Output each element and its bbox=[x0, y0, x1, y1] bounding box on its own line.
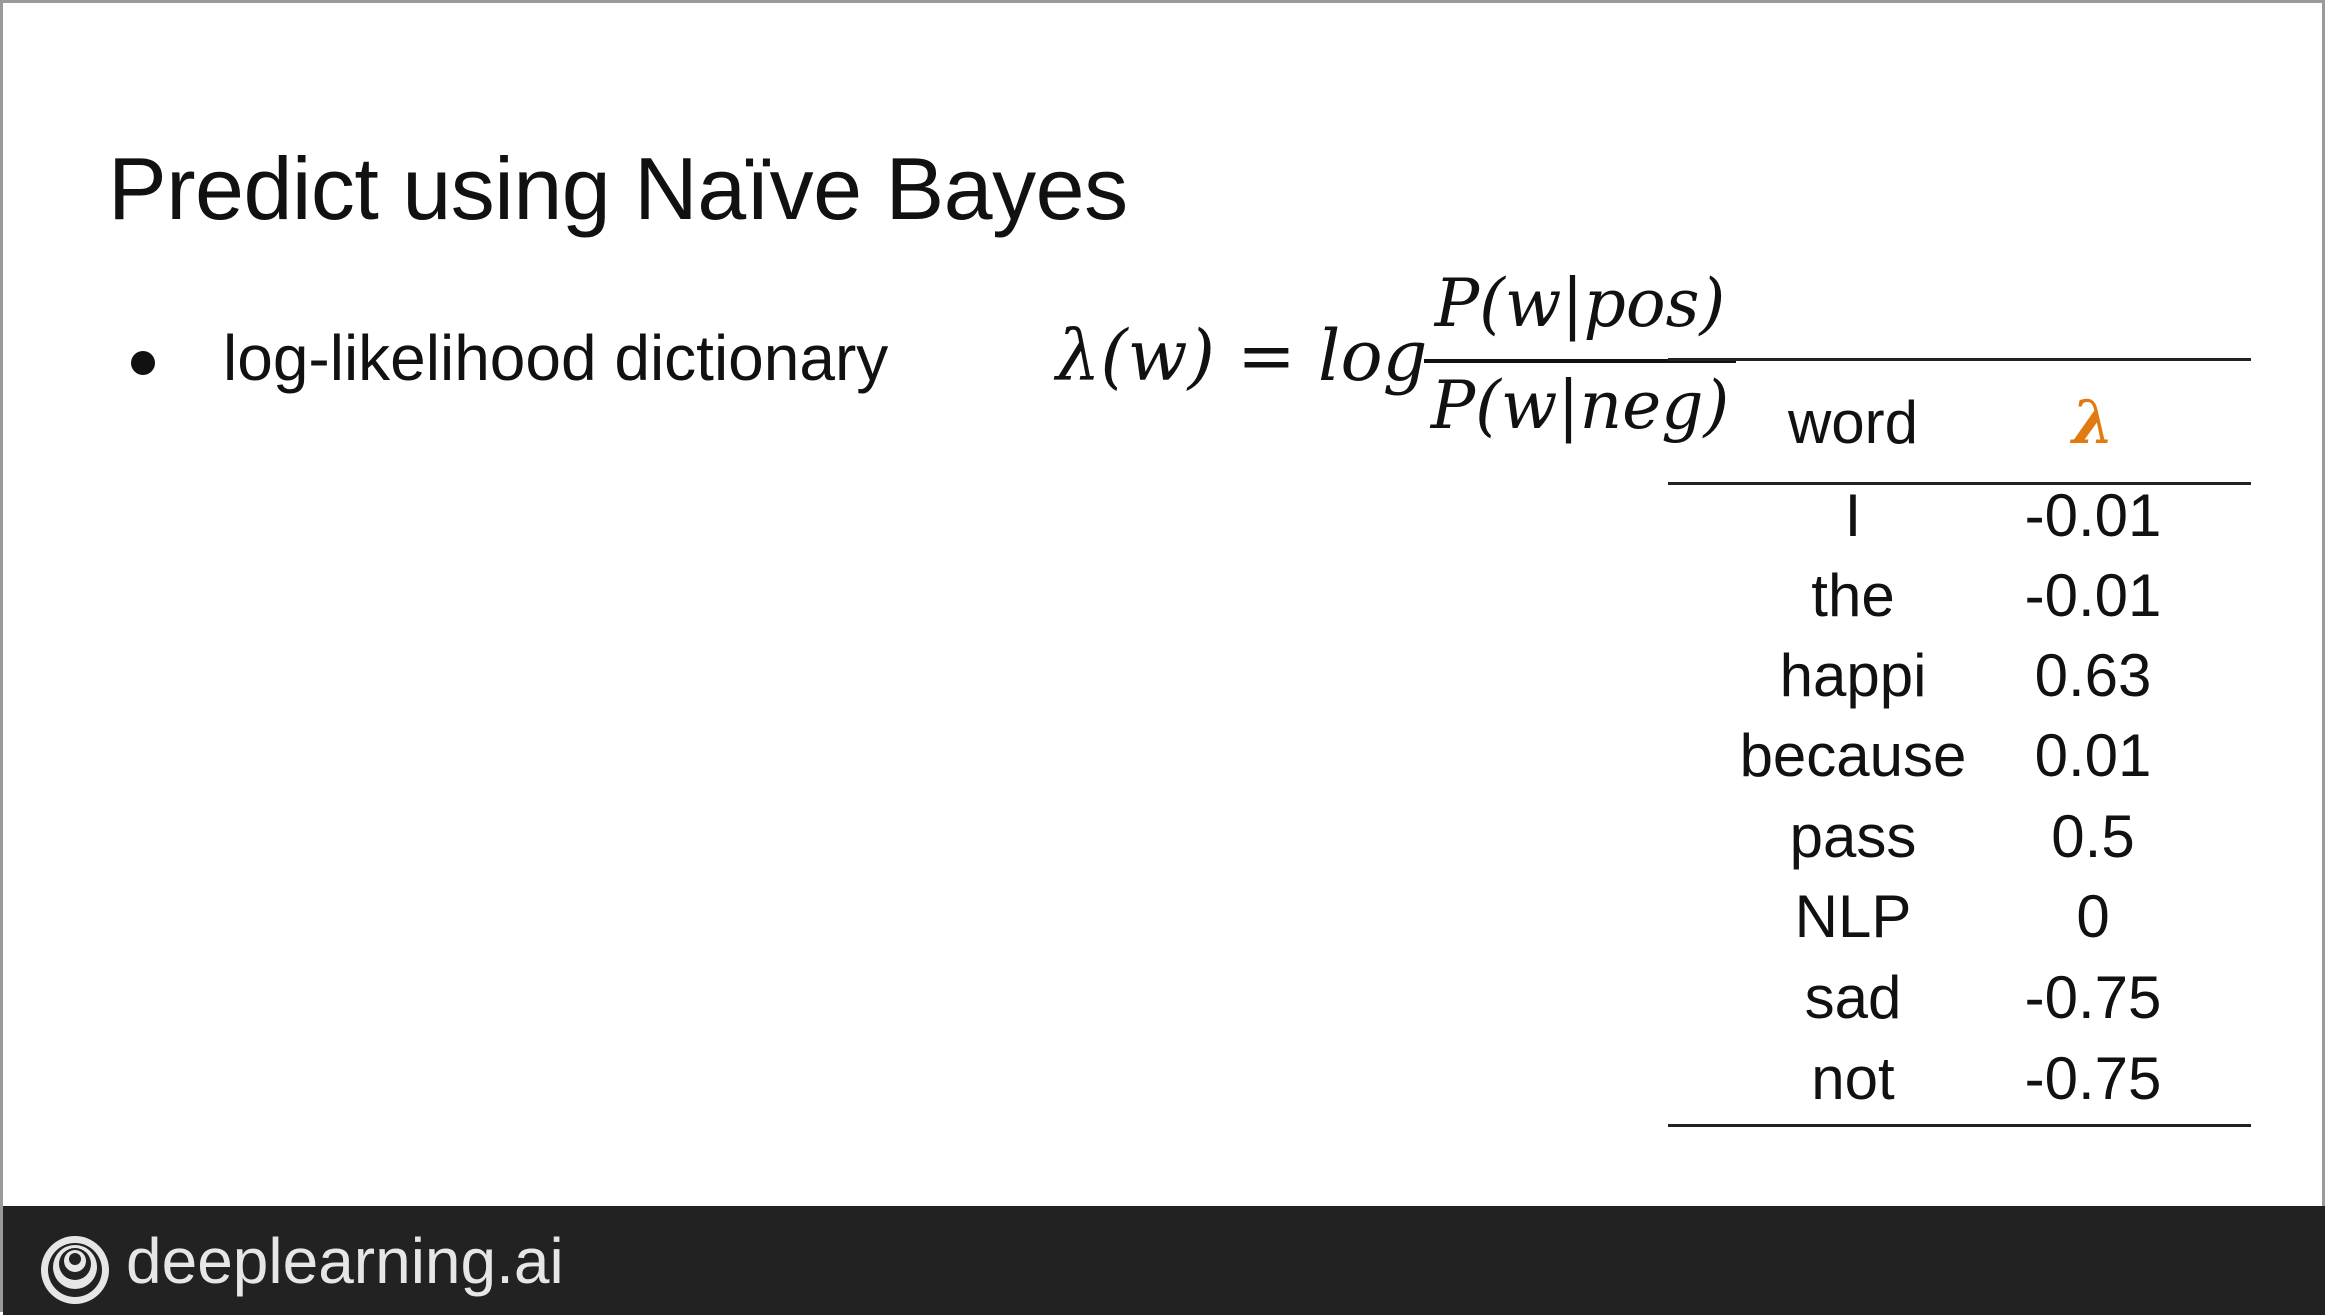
row-lambda: 0.5 bbox=[2051, 803, 2135, 870]
row-lambda: 0 bbox=[2076, 883, 2110, 950]
bullet-text: log-likelihood dictionary bbox=[223, 322, 889, 394]
row-word: happi bbox=[1779, 642, 1927, 709]
slide: Predict using Naïve Bayes log-likelihood… bbox=[0, 0, 2325, 1315]
header-lambda: λ bbox=[2071, 388, 2115, 458]
row-lambda: -0.01 bbox=[2024, 562, 2162, 629]
row-word: pass bbox=[1789, 803, 1917, 870]
row-lambda: -0.01 bbox=[2024, 482, 2162, 549]
row-word: not bbox=[1811, 1045, 1895, 1112]
row-word: the bbox=[1811, 562, 1895, 629]
bullet-dot-icon bbox=[131, 351, 155, 375]
formula-lhs: λ(w) = log bbox=[1056, 315, 1428, 397]
row-lambda: 0.63 bbox=[2034, 642, 2152, 709]
table-rule-bottom bbox=[1668, 1124, 2251, 1127]
row-lambda: -0.75 bbox=[2024, 964, 2162, 1031]
row-lambda: 0.01 bbox=[2034, 722, 2152, 789]
slide-title: Predict using Naïve Bayes bbox=[108, 139, 1128, 238]
table-rule-top bbox=[1668, 358, 2251, 361]
footer-bar: deeplearning.ai bbox=[3, 1206, 2325, 1315]
log-likelihood-formula: λ(w) = log P(w|pos) P(w|neg) bbox=[1056, 263, 1736, 463]
formula-numerator: P(w|pos) bbox=[1434, 265, 1726, 342]
row-word: sad bbox=[1804, 964, 1902, 1031]
row-word: I bbox=[1844, 482, 1862, 549]
brand-name: deeplearning.ai bbox=[126, 1225, 564, 1297]
formula-fraction: P(w|pos) P(w|neg) bbox=[1424, 263, 1736, 463]
row-lambda: -0.75 bbox=[2024, 1045, 2162, 1112]
bullet-item: log-likelihood dictionary λ(w) = log P(w… bbox=[131, 263, 1736, 463]
header-word: word bbox=[1787, 389, 1919, 456]
formula-denominator: P(w|neg) bbox=[1430, 367, 1730, 444]
deeplearning-logo-icon bbox=[41, 1236, 109, 1304]
row-word: NLP bbox=[1794, 883, 1912, 950]
row-word: because bbox=[1739, 722, 1967, 789]
